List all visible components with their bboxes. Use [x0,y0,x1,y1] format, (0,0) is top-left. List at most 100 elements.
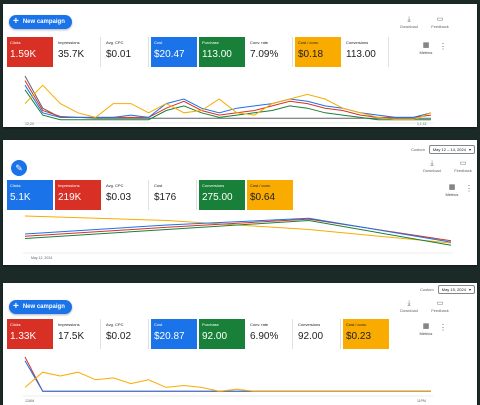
metric-card[interactable]: Impressions 35.7K [55,37,101,67]
metric-card[interactable]: Avg. CPC $0.03 [103,180,149,210]
feedback-label: Feedback [431,24,449,29]
more-options-icon[interactable]: ⋮ [465,184,473,193]
metric-card-value: 17.5K [58,331,85,342]
new-campaign-button[interactable]: + New campaign [9,300,72,314]
metric-card-value: $0.64 [250,192,276,203]
download-button[interactable]: ⤓ Download [398,16,420,29]
date-range-row: Custom May 15, 2024 ▾ [420,285,475,294]
metric-card-label: Clicks [10,40,21,45]
new-campaign-label: New campaign [22,304,65,310]
metric-card[interactable]: Impressions 17.5K [55,319,101,349]
performance-chart [23,75,433,124]
metric-card[interactable]: Conv. rate 6.90% [247,319,293,349]
metric-card[interactable]: Cost / conv. $0.64 [247,180,293,210]
download-button[interactable]: ⤓ Download [398,300,420,313]
x-axis-end-label: 11PM [417,399,426,403]
date-range-picker[interactable]: May 15, 2024 ▾ [437,285,475,294]
metric-card-label: Conversions [202,183,225,188]
feedback-button[interactable]: ▭ Feedback [429,16,451,29]
feedback-button[interactable]: ▭ Feedback [452,160,474,173]
metric-card[interactable]: Purchase 92.00 [199,319,245,349]
metric-card[interactable]: Conversions 275.00 [199,180,245,210]
metric-card[interactable]: Purchase 113.00 [199,37,245,67]
feedback-icon: ▭ [436,300,444,307]
download-icon: ⤓ [407,300,411,307]
metric-card-label: Impressions [58,40,80,45]
date-range-value: May 12 – 14, 2024 [432,147,466,152]
x-axis-start-label: 12AM [25,399,35,403]
metric-card[interactable]: Cost $20.47 [151,37,197,67]
metric-card-label: Avg. CPC [106,322,124,327]
metric-card[interactable]: Conv. rate 7.09% [247,37,293,67]
metric-card-value: 35.7K [58,49,85,60]
metrics-button[interactable]: ▦ Metrics [415,323,437,336]
download-label: Download [400,24,418,29]
metric-card[interactable]: Cost / conv. $0.18 [295,37,341,67]
metric-cards: Clicks 1.59K Impressions 35.7K Avg. CPC $0.01… [7,37,391,67]
metric-cards: Clicks 1.33K Impressions 17.5K Avg. CPC $0.02… [7,319,391,349]
metric-card-value: 219K [58,192,82,203]
metric-card-value: 6.90% [250,331,279,342]
feedback-label: Feedback [454,168,472,173]
metric-card[interactable]: Impressions 219K [55,180,101,210]
metric-card-value: $0.03 [106,192,132,203]
metric-card[interactable]: Clicks 5.1K [7,180,53,210]
metric-card-value: $0.23 [346,331,372,342]
series-line-1 [24,80,432,118]
metric-card-label: Avg. CPC [106,183,124,188]
new-campaign-label: New campaign [22,19,65,25]
metric-card[interactable]: Cost $20.87 [151,319,197,349]
metric-card[interactable]: Avg. CPC $0.01 [103,37,149,67]
metric-card-value: $20.87 [154,331,185,342]
metric-card-label: Avg. CPC [106,40,124,45]
metric-card-label: Cost / conv. [250,183,271,188]
metrics-label: Metrics [419,50,433,55]
metric-card-label: Conv. rate [250,40,269,45]
metric-card-label: Cost [154,322,163,327]
series-line-3 [24,217,452,243]
metric-card-label: Cost [154,183,163,188]
metrics-label: Metrics [445,192,459,197]
feedback-label: Feedback [431,308,449,313]
metric-card-label: Clicks [10,183,21,188]
metric-card-value: 92.00 [298,331,324,342]
series-line-2 [24,371,431,392]
metric-card-value: 113.00 [346,49,376,60]
metric-card[interactable]: Clicks 1.33K [7,319,53,349]
metrics-button[interactable]: ▦ Metrics [415,42,437,55]
metric-card[interactable]: Avg. CPC $0.02 [103,319,149,349]
new-campaign-button[interactable]: + New campaign [9,15,72,29]
metrics-button[interactable]: ▦ Metrics [441,184,463,197]
download-button[interactable]: ⤓ Download [421,160,443,173]
more-options-icon[interactable]: ⋮ [439,323,447,332]
metric-card-label: Cost [154,40,163,45]
date-range-picker[interactable]: May 12 – 14, 2024 ▾ [428,145,475,154]
metric-card[interactable]: Conversions 92.00 [295,319,341,349]
metric-card-value: $0.01 [106,49,132,60]
metric-card-value: $0.02 [106,331,132,342]
feedback-icon: ▭ [436,16,444,23]
metrics-label: Metrics [419,331,433,336]
metric-card-value: 5.1K [10,192,31,203]
metric-card-value: $0.18 [298,49,324,60]
metric-card-label: Purchase [202,40,219,45]
metric-card-label: Cost / conv. [298,40,319,45]
pencil-icon: ✎ [15,162,23,173]
performance-chart [23,356,433,397]
metric-card[interactable]: Conversions 113.00 [343,37,389,67]
metric-card-label: Conversions [346,40,369,45]
download-label: Download [423,168,441,173]
metric-card-label: Conversions [298,322,321,327]
metric-cards: Clicks 5.1K Impressions 219K Avg. CPC $0.03 Co… [7,180,295,210]
edit-button[interactable]: ✎ [11,160,27,176]
metric-card[interactable]: Cost / conv. $0.23 [343,319,389,349]
more-options-icon[interactable]: ⋮ [439,42,447,51]
metric-card-value: 7.09% [250,49,279,60]
metric-card[interactable]: Cost $176 [151,180,197,210]
date-range-value: May 15, 2024 [441,287,466,292]
metric-card[interactable]: Clicks 1.59K [7,37,53,67]
series-line-2 [24,84,432,118]
metric-card-label: Conv. rate [250,322,269,327]
x-axis-end-label: 1,1,11 [417,122,427,126]
feedback-button[interactable]: ▭ Feedback [429,300,451,313]
